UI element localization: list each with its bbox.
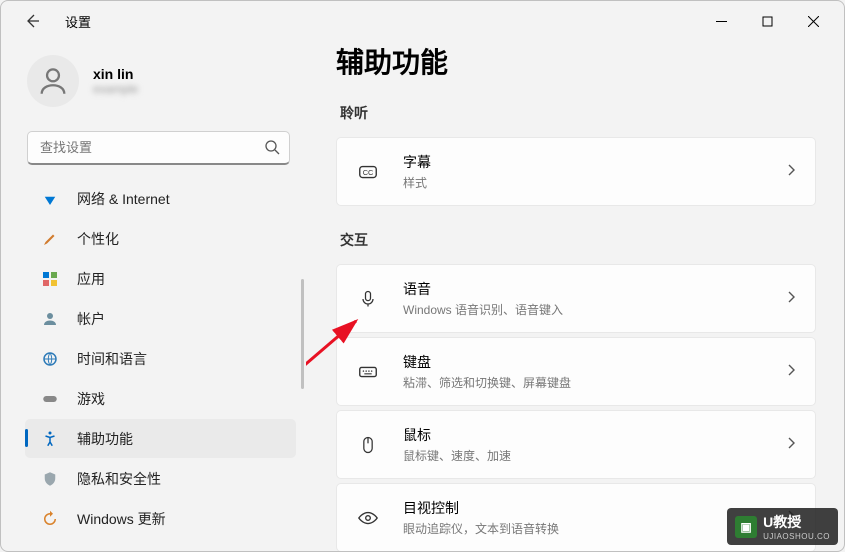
chevron-right-icon: [785, 163, 797, 181]
sidebar-item-privacy[interactable]: 隐私和安全性: [25, 459, 296, 498]
sidebar-item-network[interactable]: 网络 & Internet: [25, 179, 296, 218]
user-name: xin lin: [93, 66, 138, 82]
main-content: 辅助功能 聆听 CC 字幕 样式 交互 语音 Windows 语音识别、语音键入: [306, 41, 844, 551]
watermark: ▣ U教授 UJIAOSHOU.CO: [727, 508, 838, 545]
section-interact: 交互: [340, 230, 816, 250]
arrow-left-icon: [24, 13, 40, 29]
search-input[interactable]: [27, 131, 290, 165]
card-keyboard[interactable]: 键盘 粘滞、筛选和切换键、屏幕键盘: [336, 337, 816, 406]
apps-icon: [39, 268, 61, 290]
sidebar-item-label: 个性化: [77, 229, 119, 249]
person-icon: [36, 64, 70, 98]
watermark-logo-icon: ▣: [735, 516, 757, 538]
account-icon: [39, 308, 61, 330]
search-wrap: [27, 131, 290, 165]
close-icon: [808, 16, 819, 27]
search-icon: [264, 139, 280, 160]
minimize-button[interactable]: [698, 5, 744, 37]
window-controls: [698, 5, 836, 37]
keyboard-icon: [355, 359, 381, 385]
sidebar-item-label: 隐私和安全性: [77, 469, 161, 489]
svg-text:CC: CC: [363, 167, 374, 176]
sidebar: xin lin example 网络 & Internet 个性化: [1, 41, 306, 551]
titlebar: 设置: [1, 1, 844, 41]
user-email: example: [93, 82, 138, 96]
card-title: 字幕: [403, 152, 785, 172]
sidebar-item-label: 游戏: [77, 389, 105, 409]
sidebar-item-label: 应用: [77, 269, 105, 289]
chevron-right-icon: [785, 290, 797, 308]
card-voice[interactable]: 语音 Windows 语音识别、语音键入: [336, 264, 816, 333]
eye-icon: [355, 505, 381, 531]
card-title: 语音: [403, 279, 785, 299]
back-button[interactable]: [17, 6, 47, 36]
user-account-block[interactable]: xin lin example: [21, 49, 306, 121]
card-title: 键盘: [403, 352, 785, 372]
maximize-button[interactable]: [744, 5, 790, 37]
shield-icon: [39, 468, 61, 490]
mic-icon: [355, 286, 381, 312]
gamepad-icon: [39, 388, 61, 410]
globe-icon: [39, 348, 61, 370]
section-listen: 聆听: [340, 103, 816, 123]
card-title: 鼠标: [403, 425, 785, 445]
chevron-right-icon: [785, 436, 797, 454]
brush-icon: [39, 228, 61, 250]
card-subtitle: 粘滞、筛选和切换键、屏幕键盘: [403, 374, 785, 391]
sidebar-item-label: 辅助功能: [77, 429, 133, 449]
sidebar-item-accounts[interactable]: 帐户: [25, 299, 296, 338]
card-captions[interactable]: CC 字幕 样式: [336, 137, 816, 206]
accessibility-icon: [39, 428, 61, 450]
card-subtitle: 样式: [403, 174, 785, 191]
nav-list: 网络 & Internet 个性化 应用 帐户 时间和语言: [21, 179, 306, 551]
mouse-icon: [355, 432, 381, 458]
sidebar-scrollbar[interactable]: [301, 279, 304, 389]
sidebar-item-label: 时间和语言: [77, 349, 147, 369]
sidebar-item-label: 网络 & Internet: [77, 189, 170, 209]
chevron-right-icon: [785, 363, 797, 381]
sidebar-item-accessibility[interactable]: 辅助功能: [25, 419, 296, 458]
watermark-brand: U教授: [763, 514, 801, 530]
minimize-icon: [716, 16, 727, 27]
card-mouse[interactable]: 鼠标 鼠标键、速度、加速: [336, 410, 816, 479]
close-button[interactable]: [790, 5, 836, 37]
sidebar-item-windows-update[interactable]: Windows 更新: [25, 499, 296, 538]
sidebar-item-label: Windows 更新: [77, 509, 166, 529]
captions-icon: CC: [355, 159, 381, 185]
settings-window: 设置 xin lin example: [0, 0, 845, 552]
sidebar-item-apps[interactable]: 应用: [25, 259, 296, 298]
sidebar-item-time-language[interactable]: 时间和语言: [25, 339, 296, 378]
avatar: [27, 55, 79, 107]
update-icon: [39, 508, 61, 530]
maximize-icon: [762, 16, 773, 27]
sidebar-item-personalization[interactable]: 个性化: [25, 219, 296, 258]
page-title: 辅助功能: [336, 41, 816, 81]
card-subtitle: 鼠标键、速度、加速: [403, 447, 785, 464]
watermark-url: UJIAOSHOU.CO: [763, 532, 830, 541]
wifi-icon: [39, 188, 61, 210]
window-title: 设置: [65, 12, 91, 31]
sidebar-item-gaming[interactable]: 游戏: [25, 379, 296, 418]
card-subtitle: Windows 语音识别、语音键入: [403, 301, 785, 318]
sidebar-item-label: 帐户: [77, 309, 105, 329]
